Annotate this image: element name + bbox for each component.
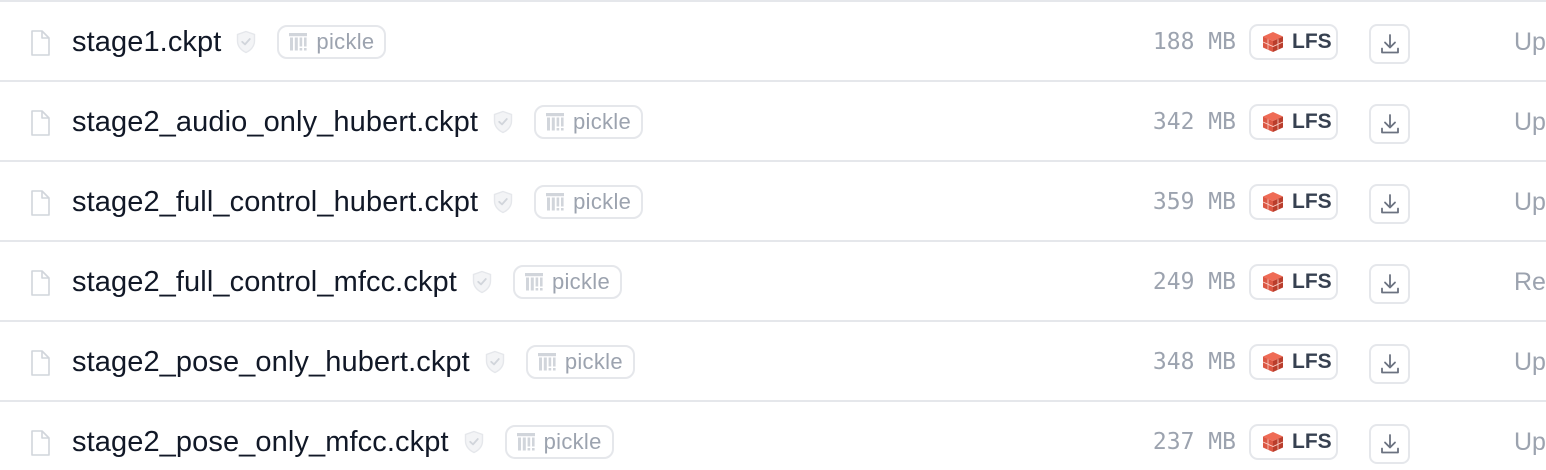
download-button[interactable] xyxy=(1369,24,1410,64)
lfs-label: LFS xyxy=(1292,270,1332,293)
commit-message[interactable]: Up xyxy=(1514,322,1546,402)
pickle-icon xyxy=(516,433,535,451)
file-row[interactable]: stage2_pose_only_mfcc.ckpt pickle 237 MB xyxy=(0,402,1546,470)
shield-check-icon xyxy=(493,190,513,214)
download-icon xyxy=(1380,434,1399,454)
pickle-badge[interactable]: pickle xyxy=(512,265,622,299)
file-name-link[interactable]: stage1.ckpt xyxy=(72,26,221,59)
commit-message[interactable]: Up xyxy=(1514,2,1546,82)
file-icon xyxy=(31,430,50,456)
lfs-brick-icon xyxy=(1262,192,1284,212)
file-list: stage1.ckpt pickle 188 MB LFS Up stage2_… xyxy=(0,0,1546,470)
lfs-brick-icon xyxy=(1262,32,1284,52)
download-icon xyxy=(1380,114,1399,134)
file-size: 237 MB xyxy=(1152,429,1236,455)
download-icon xyxy=(1380,34,1399,54)
shield-check-icon xyxy=(493,110,513,134)
download-button[interactable] xyxy=(1369,424,1410,464)
file-row[interactable]: stage2_audio_only_hubert.ckpt pickle 342… xyxy=(0,82,1546,162)
lfs-label: LFS xyxy=(1292,110,1332,133)
download-icon xyxy=(1380,274,1399,294)
file-icon xyxy=(31,30,50,56)
file-icon xyxy=(31,110,50,136)
commit-message[interactable]: Re xyxy=(1514,242,1546,322)
lfs-badge[interactable]: LFS xyxy=(1249,24,1338,60)
commit-message[interactable]: Up xyxy=(1514,162,1546,242)
file-name-group: stage1.ckpt pickle xyxy=(72,2,387,82)
file-row[interactable]: stage2_full_control_mfcc.ckpt pickle 249… xyxy=(0,242,1546,322)
pickle-label: pickle xyxy=(543,429,602,454)
pickle-icon xyxy=(546,193,565,211)
lfs-badge[interactable]: LFS xyxy=(1249,424,1338,460)
file-row[interactable]: stage2_pose_only_hubert.ckpt pickle 348 … xyxy=(0,322,1546,402)
pickle-icon xyxy=(545,113,564,131)
pickle-icon xyxy=(524,273,543,291)
file-size: 249 MB xyxy=(1152,269,1236,295)
file-icon xyxy=(31,350,50,376)
file-size: 342 MB xyxy=(1152,109,1236,135)
shield-check-icon xyxy=(237,30,256,54)
pickle-badge[interactable]: pickle xyxy=(277,25,387,59)
file-name-link[interactable]: stage2_full_control_hubert.ckpt xyxy=(72,186,478,219)
pickle-icon xyxy=(537,353,556,371)
commit-message[interactable]: Up xyxy=(1514,402,1546,470)
file-size: 348 MB xyxy=(1152,349,1236,375)
lfs-label: LFS xyxy=(1292,30,1332,53)
pickle-badge[interactable]: pickle xyxy=(533,105,644,139)
file-size: 188 MB xyxy=(1152,29,1236,55)
pickle-label: pickle xyxy=(572,109,632,134)
file-row[interactable]: stage2_full_control_hubert.ckpt pickle 3… xyxy=(0,162,1546,242)
pickle-badge[interactable]: pickle xyxy=(525,345,635,379)
shield-check-icon xyxy=(485,350,505,374)
file-icon xyxy=(31,190,50,216)
pickle-label: pickle xyxy=(316,29,375,54)
lfs-badge[interactable]: LFS xyxy=(1249,264,1338,300)
file-name-group: stage2_pose_only_hubert.ckpt pickle xyxy=(72,322,635,402)
lfs-brick-icon xyxy=(1262,432,1284,452)
lfs-badge[interactable]: LFS xyxy=(1249,184,1338,220)
commit-message[interactable]: Up xyxy=(1514,82,1546,162)
shield-check-icon xyxy=(464,430,483,454)
pickle-badge[interactable]: pickle xyxy=(504,425,614,459)
pickle-label: pickle xyxy=(551,269,610,294)
file-name-group: stage2_full_control_hubert.ckpt pickle xyxy=(72,162,644,242)
lfs-label: LFS xyxy=(1292,430,1332,453)
file-name-link[interactable]: stage2_full_control_mfcc.ckpt xyxy=(72,266,457,299)
file-name-link[interactable]: stage2_pose_only_mfcc.ckpt xyxy=(72,426,449,459)
lfs-brick-icon xyxy=(1262,272,1284,292)
download-button[interactable] xyxy=(1369,104,1410,144)
download-button[interactable] xyxy=(1369,264,1410,304)
lfs-brick-icon xyxy=(1262,112,1284,132)
file-name-link[interactable]: stage2_pose_only_hubert.ckpt xyxy=(72,346,470,379)
file-name-group: stage2_full_control_mfcc.ckpt pickle xyxy=(72,242,622,322)
file-row[interactable]: stage1.ckpt pickle 188 MB LFS Up xyxy=(0,2,1546,82)
lfs-label: LFS xyxy=(1292,350,1332,373)
download-button[interactable] xyxy=(1369,184,1410,224)
pickle-label: pickle xyxy=(573,189,632,214)
lfs-badge[interactable]: LFS xyxy=(1249,104,1338,140)
file-name-group: stage2_audio_only_hubert.ckpt pickle xyxy=(72,82,644,162)
file-icon xyxy=(31,270,50,296)
download-icon xyxy=(1380,194,1399,214)
pickle-icon xyxy=(289,33,308,51)
lfs-label: LFS xyxy=(1292,190,1332,213)
file-name-link[interactable]: stage2_audio_only_hubert.ckpt xyxy=(72,106,478,139)
file-name-group: stage2_pose_only_mfcc.ckpt pickle xyxy=(72,402,614,470)
shield-check-icon xyxy=(472,270,492,294)
download-button[interactable] xyxy=(1369,344,1410,384)
pickle-label: pickle xyxy=(564,349,623,374)
lfs-brick-icon xyxy=(1262,352,1284,372)
pickle-badge[interactable]: pickle xyxy=(534,185,644,219)
download-icon xyxy=(1380,354,1399,374)
lfs-badge[interactable]: LFS xyxy=(1249,344,1338,380)
file-size: 359 MB xyxy=(1152,189,1236,215)
